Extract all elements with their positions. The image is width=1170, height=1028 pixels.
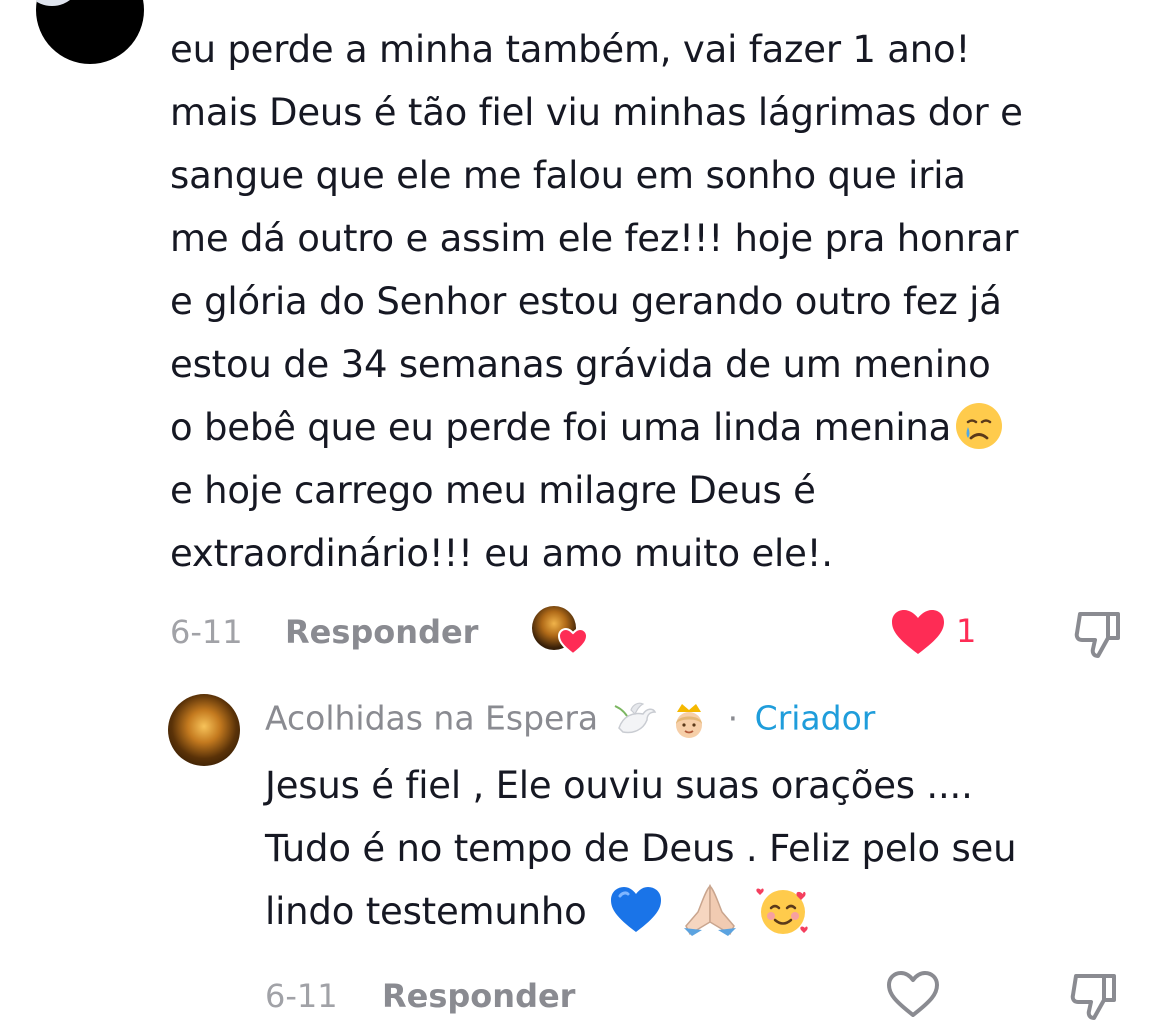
creator-avatar[interactable] xyxy=(168,694,240,766)
commenter-avatar[interactable] xyxy=(36,0,144,64)
reply-text: Jesus é fiel , Ele ouviu suas orações ..… xyxy=(265,754,1155,943)
comment-line: extraordinário!!! eu amo muito ele!. xyxy=(170,532,833,575)
comment-line-with-emoji: o bebê que eu perde foi uma linda menina xyxy=(170,396,1160,459)
smiling-face-with-hearts-emoji xyxy=(756,888,808,934)
like-button-filled-heart-icon[interactable] xyxy=(890,608,946,656)
dove-emoji xyxy=(614,702,656,734)
comment-line: o bebê que eu perde foi uma linda menina xyxy=(170,406,952,449)
blue-heart-emoji xyxy=(611,886,662,932)
reply-button[interactable]: Responder xyxy=(285,612,478,652)
reply-line: Tudo é no tempo de Deus . Feliz pelo seu xyxy=(265,827,1017,870)
comment-line: estou de 34 semanas grávida de um menino xyxy=(170,343,991,386)
reply-header: Acolhidas na Espera · Criador xyxy=(265,698,875,742)
reply-button[interactable]: Responder xyxy=(382,976,575,1016)
reply-date: 6-11 xyxy=(265,977,338,1015)
reply-line: Jesus é fiel , Ele ouviu suas orações ..… xyxy=(265,764,973,807)
comment-line: sangue que ele me falou em sonho que iri… xyxy=(170,154,966,197)
reply-username[interactable]: Acolhidas na Espera xyxy=(265,699,598,738)
comment-line: mais Deus é tão fiel viu minhas lágrimas… xyxy=(170,91,1023,134)
reply-line-with-emojis: lindo testemunho xyxy=(265,880,1155,943)
creator-badge: Criador xyxy=(754,698,876,738)
comment-line: e hoje carrego meu milagre Deus é xyxy=(170,469,816,512)
folded-hands-emoji xyxy=(683,883,736,936)
like-count: 1 xyxy=(956,612,977,650)
heart-icon xyxy=(558,628,588,656)
comment-line: me dá outro e assim ele fez!!! hoje pra … xyxy=(170,217,1019,260)
separator-dot: · xyxy=(727,698,739,738)
comment-line: e glória do Senhor estou gerando outro f… xyxy=(170,280,1002,323)
like-button-outline-heart-icon[interactable] xyxy=(886,970,940,1020)
princess-emoji xyxy=(676,704,703,738)
liked-by-creator-badge xyxy=(532,606,588,656)
comment-text: eu perde a minha também, vai fazer 1 ano… xyxy=(170,18,1160,585)
reply-line: lindo testemunho xyxy=(265,890,587,933)
dislike-thumb-down-icon[interactable] xyxy=(1070,608,1124,662)
comment-line: eu perde a minha também, vai fazer 1 ano… xyxy=(170,28,971,71)
dislike-thumb-down-icon[interactable] xyxy=(1066,970,1120,1024)
crying-face-emoji xyxy=(956,402,1003,449)
comment-date: 6-11 xyxy=(170,613,243,651)
